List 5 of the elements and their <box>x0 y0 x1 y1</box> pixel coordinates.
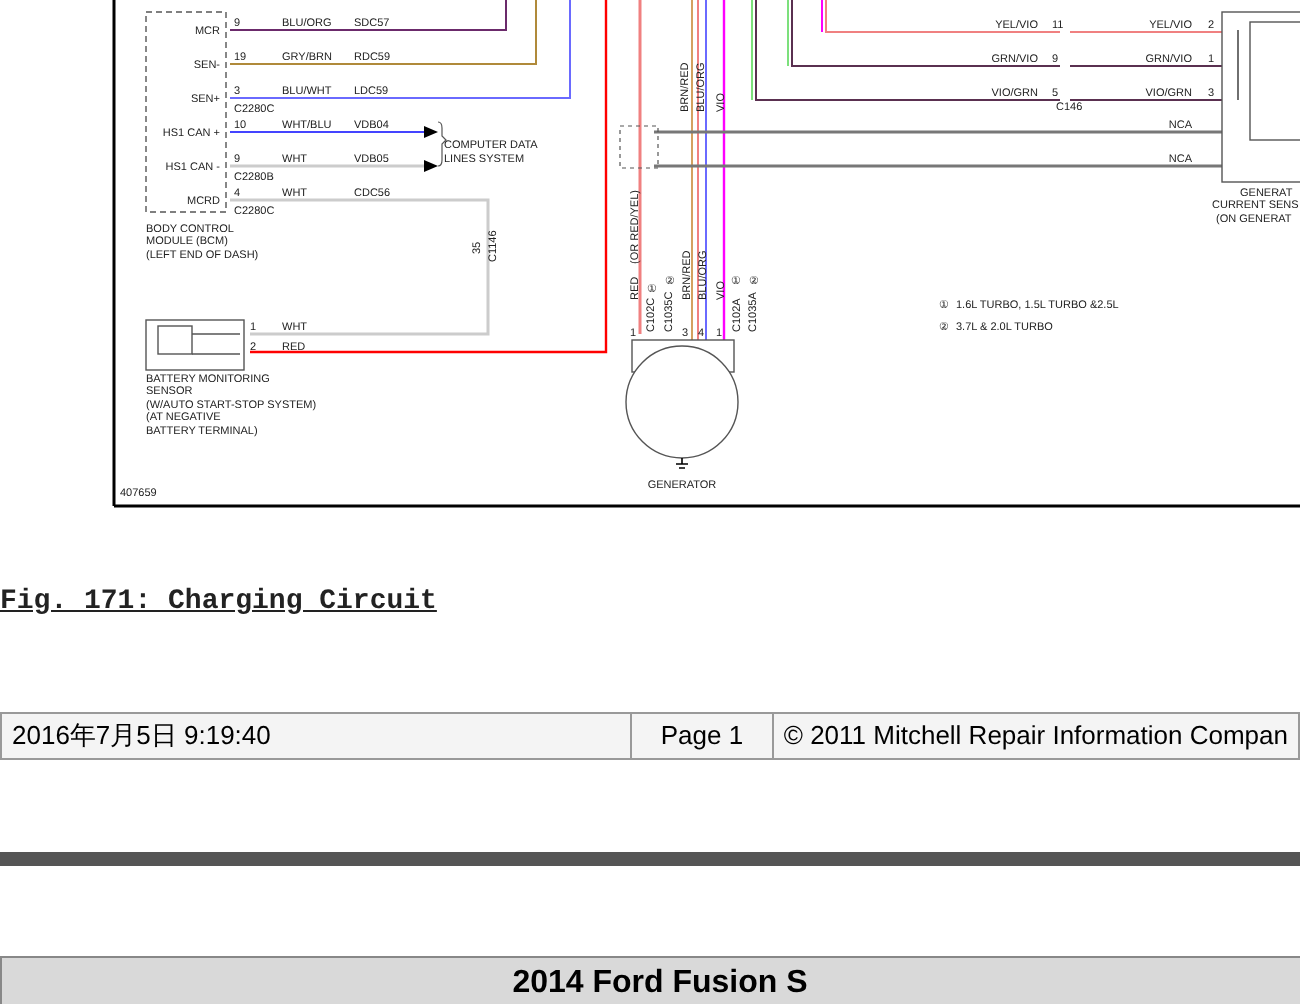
footer-cell: Page 1 <box>630 714 772 758</box>
footer-cell-text: 2016年7月5日 9:19:40 <box>10 718 273 754</box>
vehicle-title: 2014 Ford Fusion S <box>0 956 1300 1004</box>
figure-caption: Fig. 171: Charging Circuit <box>0 584 437 622</box>
footer-cell: © 2011 Mitchell Repair Information Compan <box>771 714 1298 758</box>
